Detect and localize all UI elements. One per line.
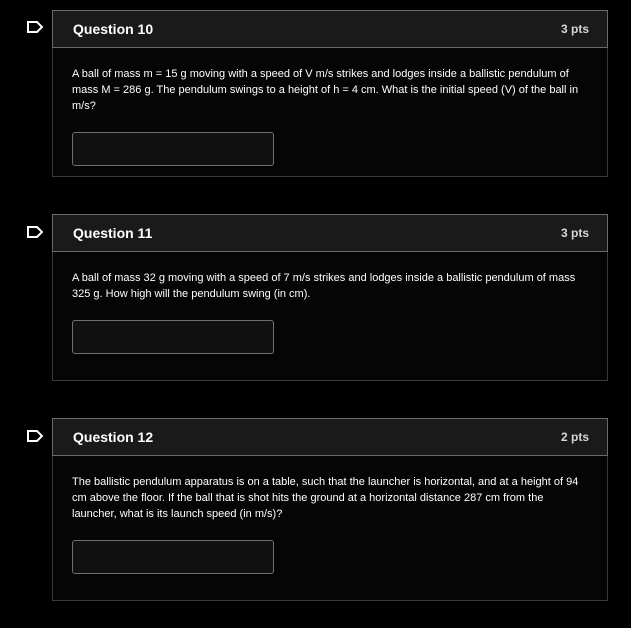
question-card: Question 12 2 pts The ballistic pendulum… xyxy=(52,418,608,601)
question-title: Question 12 xyxy=(73,429,154,445)
question-title: Question 11 xyxy=(73,225,153,241)
flag-question-icon[interactable] xyxy=(27,21,43,33)
quiz-page: Question 10 3 pts A ball of mass m = 15 … xyxy=(0,0,631,628)
answer-input[interactable] xyxy=(72,540,274,574)
flag-question-icon[interactable] xyxy=(27,430,43,442)
question-text: A ball of mass m = 15 g moving with a sp… xyxy=(72,68,579,112)
question-card: Question 10 3 pts A ball of mass m = 15 … xyxy=(52,10,608,177)
question-points: 2 pts xyxy=(560,430,589,444)
question-points: 3 pts xyxy=(560,22,589,36)
answer-input[interactable] xyxy=(72,320,274,354)
question-card: Question 11 3 pts A ball of mass 32 g mo… xyxy=(52,214,608,381)
flag-question-icon[interactable] xyxy=(27,226,43,238)
question-header: Question 12 2 pts xyxy=(52,418,608,456)
answer-input[interactable] xyxy=(72,132,274,166)
question-points: 3 pts xyxy=(560,226,589,240)
question-text: A ball of mass 32 g moving with a speed … xyxy=(72,272,576,300)
question-title: Question 10 xyxy=(73,21,154,37)
question-header: Question 10 3 pts xyxy=(52,10,608,48)
question-header: Question 11 3 pts xyxy=(52,214,608,252)
question-text: The ballistic pendulum apparatus is on a… xyxy=(72,476,579,520)
